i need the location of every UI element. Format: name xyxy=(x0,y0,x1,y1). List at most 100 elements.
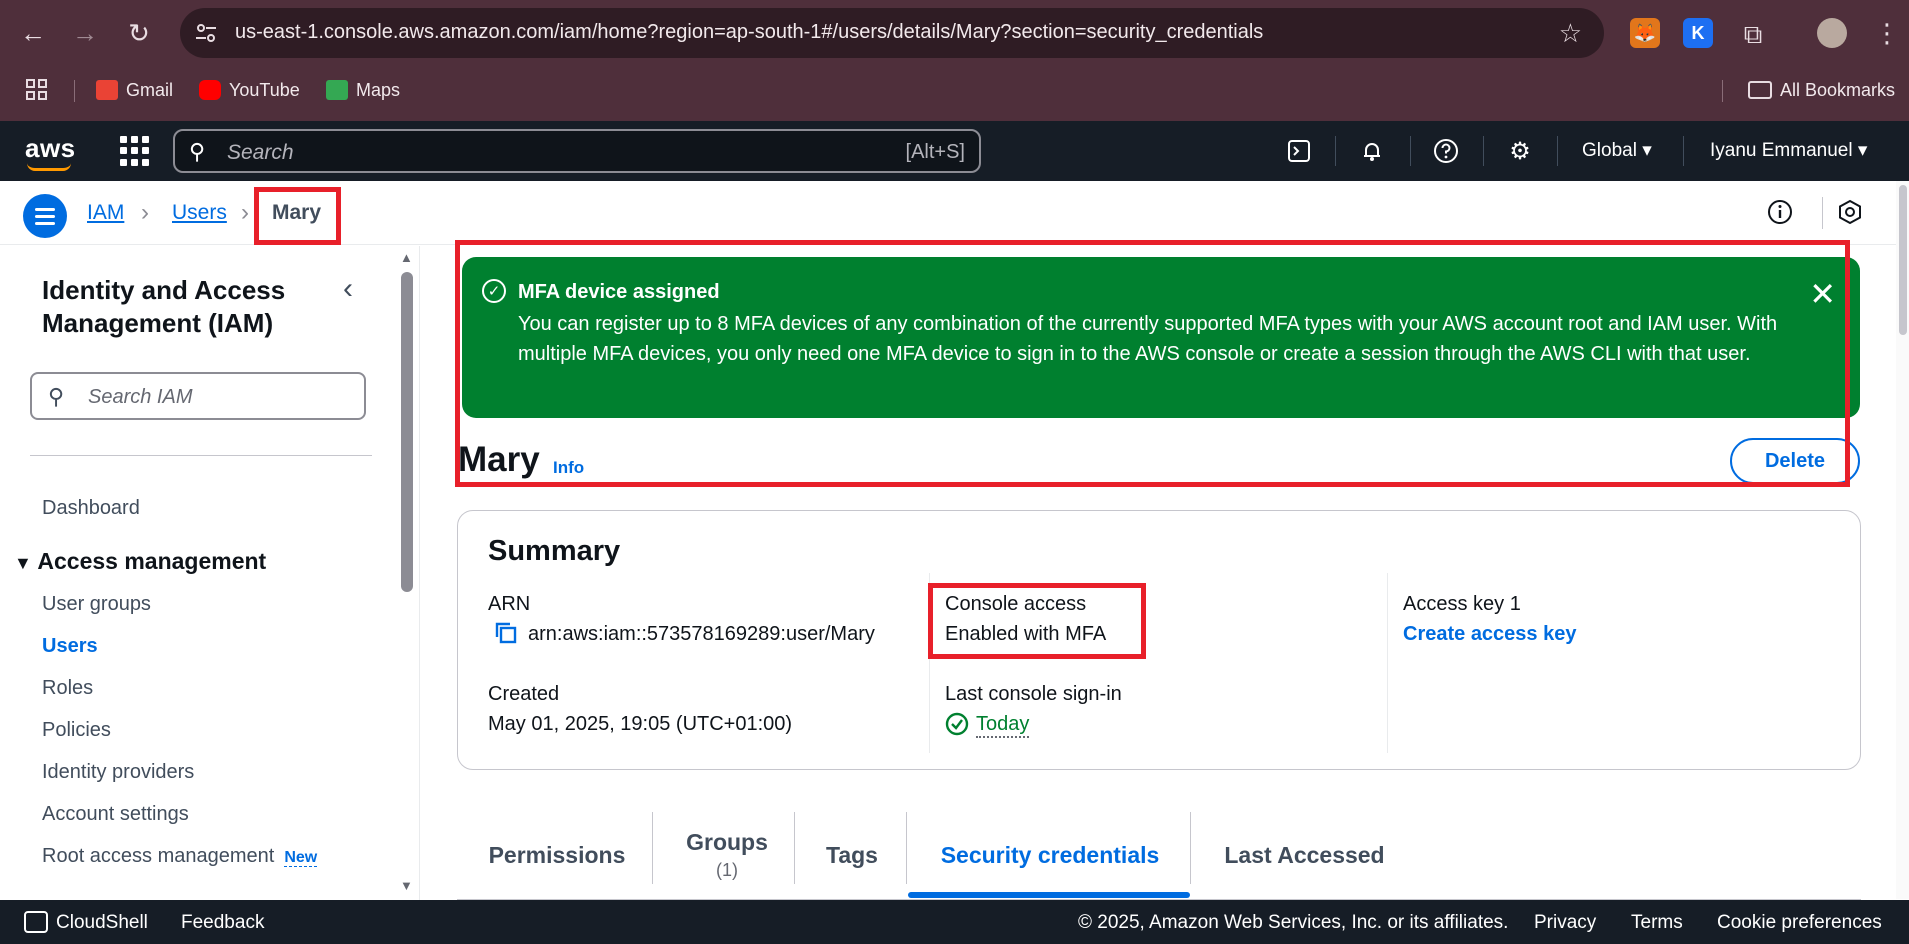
bookmark-youtube-label: YouTube xyxy=(229,79,300,100)
tab-security-credentials[interactable]: Security credentials xyxy=(922,810,1178,900)
account-menu[interactable]: Iyanu Emmanuel ▾ xyxy=(1710,139,1867,162)
settings-gear-icon[interactable]: ⚙ xyxy=(1502,133,1538,169)
region-label: Global xyxy=(1582,140,1637,161)
aws-logo-text: aws xyxy=(25,133,76,163)
copy-icon[interactable] xyxy=(494,621,518,645)
tab-permissions[interactable]: Permissions xyxy=(487,810,627,900)
created-label: Created xyxy=(488,683,560,705)
browser-menu-icon[interactable]: ⋮ xyxy=(1870,16,1904,50)
sidebar-scroll-thumb[interactable] xyxy=(401,272,413,592)
bookmark-maps-label: Maps xyxy=(356,79,401,100)
new-badge: New xyxy=(284,849,318,867)
toolbar-divider xyxy=(1822,197,1823,229)
nav-divider xyxy=(1683,136,1684,166)
bookmark-gmail[interactable]: Gmail xyxy=(96,76,173,104)
sidebar-item-user-groups[interactable]: User groups xyxy=(42,593,151,616)
search-icon: ⚲ xyxy=(189,139,206,164)
tab-label: Permissions xyxy=(488,841,626,868)
scroll-down-arrow-icon[interactable]: ▼ xyxy=(400,878,413,893)
bookmark-divider xyxy=(1722,80,1723,102)
all-bookmarks-label: All Bookmarks xyxy=(1780,79,1896,100)
tab-label: Last Accessed xyxy=(1224,841,1385,868)
page-scrollbar[interactable] xyxy=(1896,181,1909,899)
site-settings-icon[interactable] xyxy=(194,21,218,45)
profile-avatar[interactable] xyxy=(1817,18,1847,48)
bookmark-maps[interactable]: Maps xyxy=(326,76,400,104)
footer-terms[interactable]: Terms xyxy=(1631,912,1683,934)
triangle-down-icon: ▼ xyxy=(14,553,32,573)
active-tab-indicator xyxy=(908,892,1190,898)
chevron-right-icon: › xyxy=(241,199,249,226)
last-signin-value: Today xyxy=(976,713,1030,738)
tab-divider xyxy=(906,812,907,884)
tab-groups[interactable]: Groups (1) xyxy=(677,810,777,900)
sidebar-title: Identity and Access Management (IAM) xyxy=(42,275,286,338)
footer-copyright: © 2025, Amazon Web Services, Inc. or its… xyxy=(1078,912,1509,933)
footer-cookie-preferences[interactable]: Cookie preferences xyxy=(1717,912,1882,934)
sidebar-section-access-management[interactable]: ▼ Access management xyxy=(14,548,266,575)
apps-grid-icon[interactable] xyxy=(26,76,48,104)
tab-last-accessed[interactable]: Last Accessed xyxy=(1212,810,1397,900)
aws-logo[interactable]: aws xyxy=(25,133,76,171)
footer-feedback[interactable]: Feedback xyxy=(181,912,264,934)
cloudshell-icon[interactable] xyxy=(1281,133,1317,169)
breadcrumb-users[interactable]: Users xyxy=(172,201,227,225)
back-arrow-icon[interactable]: ← xyxy=(16,16,50,50)
sidebar-scrollbar[interactable]: ▲ ▼ xyxy=(398,250,416,893)
last-signin-label: Last console sign-in xyxy=(945,683,1122,705)
forward-arrow-icon[interactable]: → xyxy=(68,16,102,50)
maps-icon xyxy=(326,80,348,100)
scroll-up-arrow-icon[interactable]: ▲ xyxy=(400,250,413,265)
sidebar-item-users[interactable]: Users xyxy=(42,635,98,658)
bookmarks-bar: Gmail YouTube Maps All Bookmarks xyxy=(0,70,1909,110)
nav-divider xyxy=(1335,136,1336,166)
sidebar-item-policies[interactable]: Policies xyxy=(42,719,111,742)
collapse-sidebar-icon[interactable]: ‹ xyxy=(343,272,353,306)
summary-divider xyxy=(1387,573,1388,753)
sidebar-item-account-settings[interactable]: Account settings xyxy=(42,803,189,826)
breadcrumb-iam[interactable]: IAM xyxy=(87,201,124,225)
account-name: Iyanu Emmanuel xyxy=(1710,140,1853,161)
menu-hamburger-icon[interactable] xyxy=(23,194,67,238)
user-detail-tabs: Permissions Groups (1) Tags Security cred… xyxy=(457,810,1861,900)
bookmark-star-icon[interactable]: ☆ xyxy=(1559,18,1582,49)
services-grid-icon[interactable] xyxy=(120,136,150,166)
sidebar-item-identity-providers[interactable]: Identity providers xyxy=(42,761,194,784)
create-access-key-link[interactable]: Create access key xyxy=(1403,623,1576,646)
youtube-icon xyxy=(199,80,221,100)
k-extension-letter: K xyxy=(1691,22,1705,43)
k-extension-icon[interactable]: K xyxy=(1683,18,1713,48)
all-bookmarks[interactable]: All Bookmarks xyxy=(1748,76,1895,104)
info-circle-icon[interactable] xyxy=(1762,194,1798,230)
extensions-puzzle-icon[interactable]: ⧉ xyxy=(1736,18,1770,52)
tab-count: (1) xyxy=(716,860,738,880)
summary-panel: Summary ARN arn:aws:iam::573578169289:us… xyxy=(457,510,1861,770)
access-key-label: Access key 1 xyxy=(1403,593,1521,615)
sidebar-divider xyxy=(30,455,372,456)
iam-sidebar: Identity and Access Management (IAM) ‹ ⚲… xyxy=(0,246,420,900)
bookmark-divider xyxy=(74,80,75,102)
sidebar-item-dashboard[interactable]: Dashboard xyxy=(42,497,140,520)
help-icon[interactable] xyxy=(1428,133,1464,169)
sidebar-item-roles[interactable]: Roles xyxy=(42,677,93,700)
caret-down-icon: ▾ xyxy=(1642,140,1652,161)
tab-tags[interactable]: Tags xyxy=(814,810,890,900)
notifications-bell-icon[interactable] xyxy=(1354,133,1390,169)
sidebar-search-input[interactable]: ⚲ Search IAM xyxy=(30,372,366,420)
feedback-hex-icon[interactable] xyxy=(1832,194,1868,230)
bookmark-gmail-label: Gmail xyxy=(126,79,174,100)
address-bar[interactable]: us-east-1.console.aws.amazon.com/iam/hom… xyxy=(180,8,1604,58)
page-scroll-thumb[interactable] xyxy=(1899,185,1907,335)
sidebar-item-root-access-management[interactable]: Root access management New xyxy=(42,845,318,868)
highlight-flash-and-title xyxy=(455,240,1850,487)
aws-search-input[interactable]: ⚲ Search [Alt+S] xyxy=(173,129,981,173)
nav-divider xyxy=(1410,136,1411,166)
footer-cloudshell[interactable]: CloudShell xyxy=(56,912,148,934)
nav-divider xyxy=(1557,136,1558,166)
region-selector[interactable]: Global ▾ xyxy=(1582,139,1652,162)
reload-icon[interactable]: ↻ xyxy=(122,16,156,50)
metamask-extension-icon[interactable]: 🦊 xyxy=(1630,18,1660,48)
footer-privacy[interactable]: Privacy xyxy=(1534,912,1596,934)
created-value: May 01, 2025, 19:05 (UTC+01:00) xyxy=(488,713,793,735)
bookmark-youtube[interactable]: YouTube xyxy=(199,76,300,104)
